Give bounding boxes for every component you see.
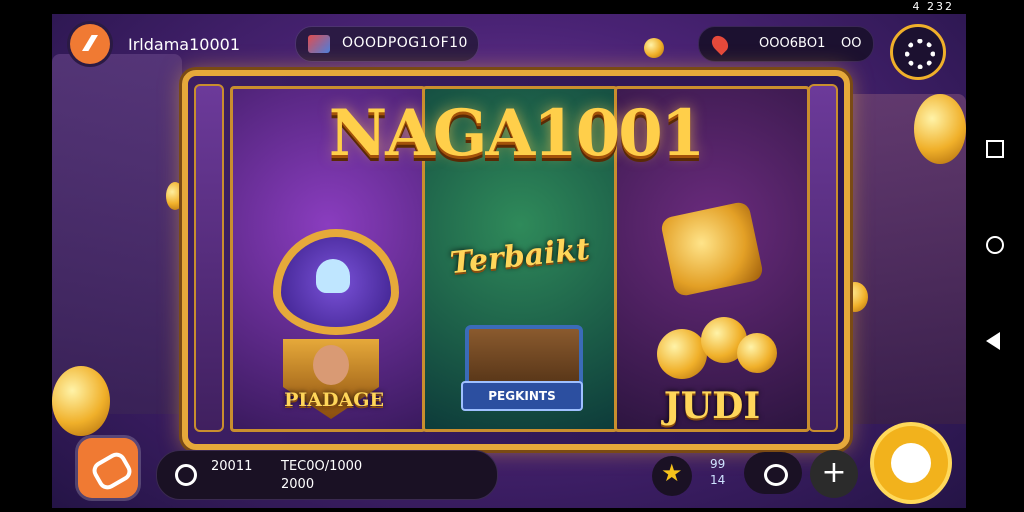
bet-label: 20011 bbox=[211, 459, 253, 474]
heart-symbol bbox=[273, 229, 399, 335]
coin-decoration bbox=[52, 366, 110, 436]
prize-extra: ΟΟ bbox=[841, 36, 862, 51]
reel-2-label: Terbaikt bbox=[448, 231, 592, 282]
back-button[interactable] bbox=[986, 332, 1000, 350]
line-info-bottom: 14 bbox=[710, 473, 726, 487]
balance-value: ΟΟΟDPΟG1ΟF10 bbox=[342, 35, 468, 51]
coin-decoration bbox=[914, 94, 966, 164]
slot-board: PIADAGE Terbaikt PEGKINTS JUDI NAGA1001 bbox=[182, 70, 850, 450]
settings-button[interactable] bbox=[890, 24, 946, 80]
gold-bars-symbol bbox=[659, 200, 765, 298]
cloud-button[interactable] bbox=[744, 452, 802, 494]
reel-1-label: PIADAGE bbox=[284, 389, 384, 411]
location-pin-icon bbox=[708, 32, 732, 56]
game-screen: Irldama10001 ΟΟΟDPΟG1ΟF10 ΟΟΟ6ΒΟ1 ΟΟ PIA… bbox=[52, 14, 966, 508]
gear-icon bbox=[905, 39, 935, 69]
reel-2-banner: PEGKINTS bbox=[461, 381, 583, 411]
ghost-icon bbox=[316, 259, 350, 293]
username: Irldama10001 bbox=[128, 35, 240, 54]
recent-apps-button[interactable] bbox=[986, 140, 1004, 158]
bet-value-top: TEC0Ο/1000 bbox=[281, 459, 363, 474]
home-button[interactable] bbox=[986, 236, 1004, 254]
coin-decoration bbox=[644, 38, 664, 58]
game-title: NAGA1001 bbox=[328, 96, 706, 171]
reel-3-label: JUDI bbox=[663, 385, 761, 427]
bet-value-bottom: 2000 bbox=[281, 477, 315, 492]
coin-pile-symbol bbox=[737, 333, 777, 373]
bet-panel[interactable]: 20011 TEC0Ο/1000 2000 bbox=[156, 450, 498, 500]
balance-icon bbox=[308, 35, 330, 53]
app-logo-icon[interactable] bbox=[70, 24, 110, 64]
spin-button[interactable] bbox=[874, 426, 948, 500]
line-info-top: 99 bbox=[710, 457, 726, 471]
android-nav-bar bbox=[966, 14, 1024, 512]
status-clock: 4 232 bbox=[912, 0, 954, 13]
status-bar: 4 232 bbox=[0, 0, 1024, 14]
line-info: 99 14 bbox=[710, 456, 725, 488]
coin-pile-symbol bbox=[657, 329, 707, 379]
background-castle-left bbox=[52, 54, 182, 414]
prize-value: ΟΟΟ6ΒΟ1 bbox=[759, 36, 826, 51]
add-bet-button[interactable]: + bbox=[810, 450, 858, 498]
game-menu-button[interactable] bbox=[78, 438, 138, 498]
prize-pill[interactable]: ΟΟΟ6ΒΟ1 ΟΟ bbox=[698, 26, 874, 62]
balance-pill[interactable]: ΟΟΟDPΟG1ΟF10 bbox=[295, 26, 479, 62]
face-icon bbox=[313, 345, 349, 385]
key-icon bbox=[175, 464, 197, 486]
user-profile[interactable]: Irldama10001 bbox=[70, 24, 290, 64]
favorite-button[interactable] bbox=[652, 456, 692, 496]
